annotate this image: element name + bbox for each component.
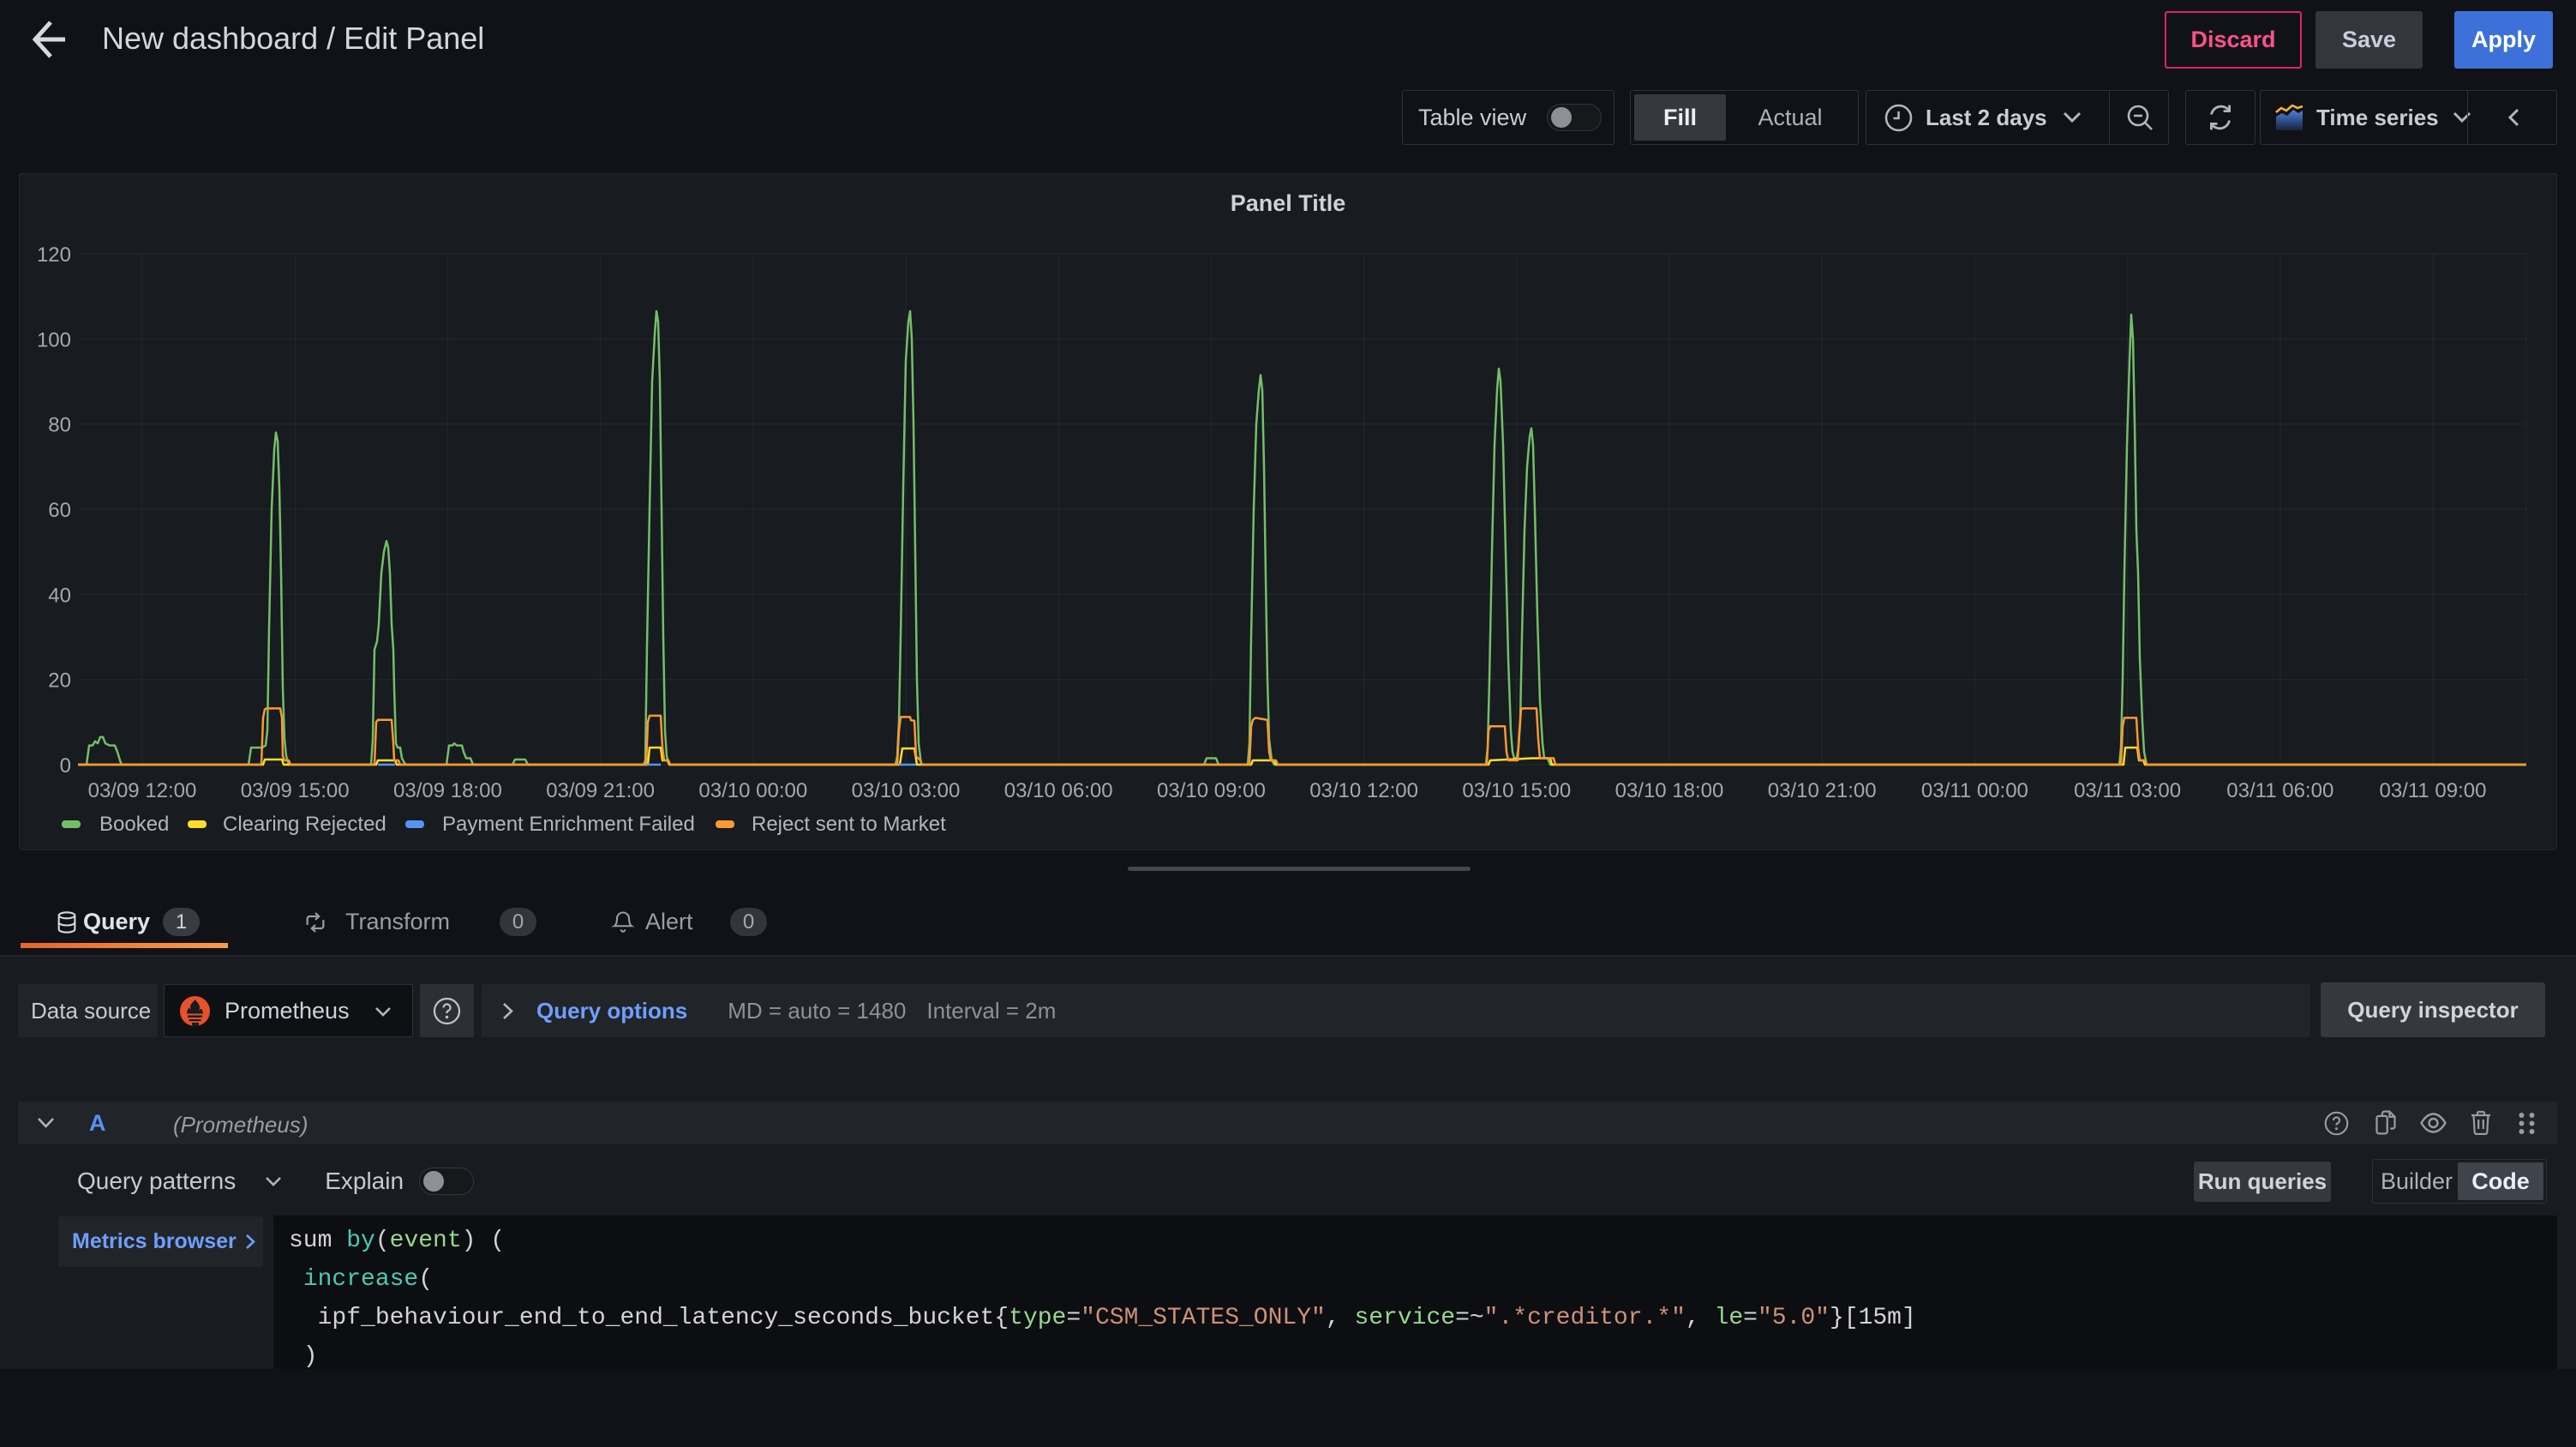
svg-text:03/09 15:00: 03/09 15:00 xyxy=(241,779,350,802)
svg-text:03/11 00:00: 03/11 00:00 xyxy=(1921,779,2028,802)
svg-text:80: 80 xyxy=(48,414,71,437)
svg-text:03/10 12:00: 03/10 12:00 xyxy=(1309,779,1418,802)
svg-text:03/10 06:00: 03/10 06:00 xyxy=(1004,779,1113,802)
svg-text:03/09 21:00: 03/09 21:00 xyxy=(546,779,655,802)
svg-text:03/10 09:00: 03/10 09:00 xyxy=(1157,779,1266,802)
svg-text:03/11 09:00: 03/11 09:00 xyxy=(2379,779,2486,802)
svg-text:100: 100 xyxy=(37,328,71,351)
svg-text:03/11 03:00: 03/11 03:00 xyxy=(2074,779,2181,802)
svg-text:03/10 18:00: 03/10 18:00 xyxy=(1615,779,1724,802)
svg-text:03/10 00:00: 03/10 00:00 xyxy=(698,779,807,802)
svg-text:03/09 12:00: 03/09 12:00 xyxy=(88,779,197,802)
svg-text:03/09 18:00: 03/09 18:00 xyxy=(393,779,502,802)
svg-text:03/10 15:00: 03/10 15:00 xyxy=(1462,779,1571,802)
svg-text:120: 120 xyxy=(37,243,71,267)
svg-text:03/10 21:00: 03/10 21:00 xyxy=(1768,779,1877,802)
svg-text:40: 40 xyxy=(48,584,71,607)
svg-text:0: 0 xyxy=(60,754,71,778)
svg-text:03/11 06:00: 03/11 06:00 xyxy=(2226,779,2333,802)
svg-text:20: 20 xyxy=(48,669,71,693)
svg-text:60: 60 xyxy=(48,499,71,522)
svg-text:03/10 03:00: 03/10 03:00 xyxy=(852,779,961,802)
